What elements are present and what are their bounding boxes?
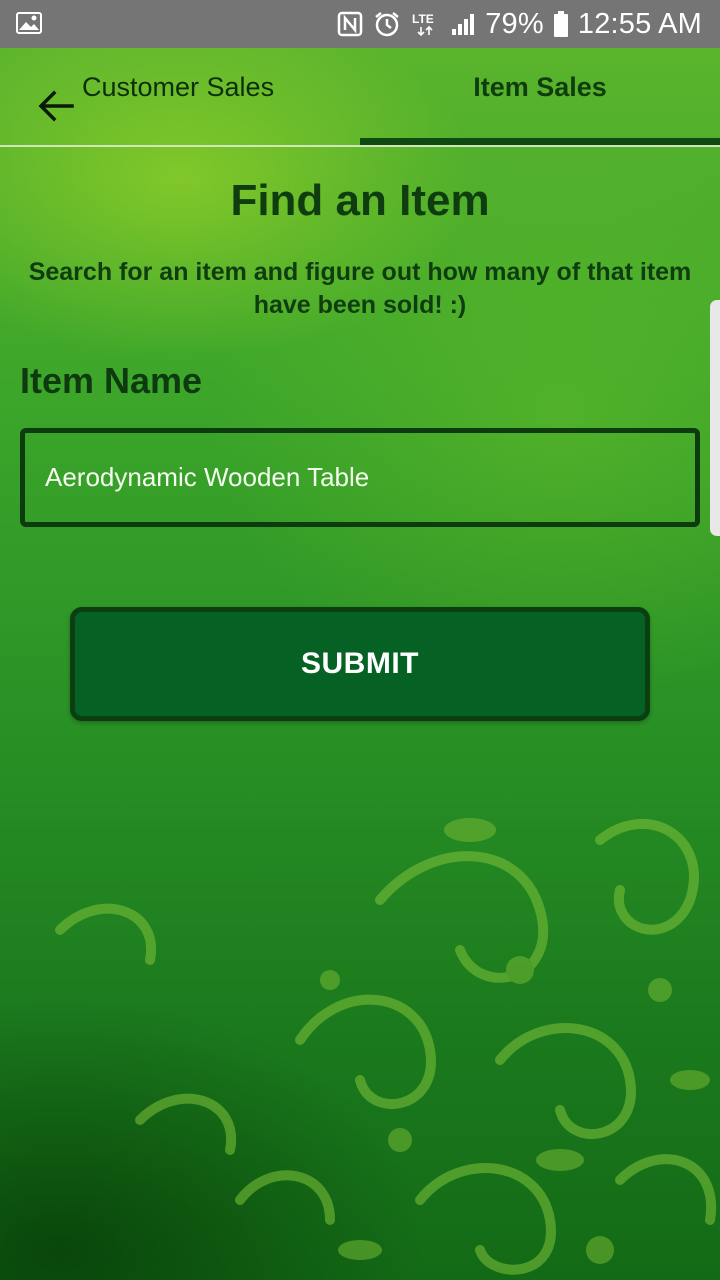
edge-panel-handle[interactable] [710, 300, 720, 536]
selected-tab-indicator [360, 138, 720, 145]
subtitle-line-2: have been sold! :) [253, 291, 467, 319]
page-subtitle: Search for an item and figure out how ma… [0, 256, 720, 322]
item-name-input[interactable] [20, 428, 700, 527]
battery-icon [553, 11, 568, 37]
lte-icon: LTE [411, 10, 441, 38]
submit-button[interactable]: SUBMIT [70, 607, 650, 721]
signal-icon [451, 12, 475, 36]
nfc-icon [337, 11, 363, 37]
gallery-icon [16, 12, 42, 34]
tab-item-sales[interactable]: Item Sales [360, 48, 720, 145]
subtitle-line-1: Search for an item and figure out how ma… [28, 258, 692, 286]
svg-text:LTE: LTE [412, 12, 434, 26]
item-name-label: Item Name [20, 360, 203, 401]
damask-ornament [55, 818, 717, 1275]
battery-percent: 79% [485, 7, 544, 40]
alarm-icon [373, 10, 401, 38]
back-button[interactable] [32, 82, 80, 130]
status-bar: LTE 79% 12:55 AM [0, 0, 720, 48]
page-title: Find an Item [230, 176, 490, 225]
clock: 12:55 AM [577, 7, 702, 40]
tab-bar: Customer Sales Item Sales [0, 48, 720, 147]
arrow-left-icon [38, 90, 74, 122]
